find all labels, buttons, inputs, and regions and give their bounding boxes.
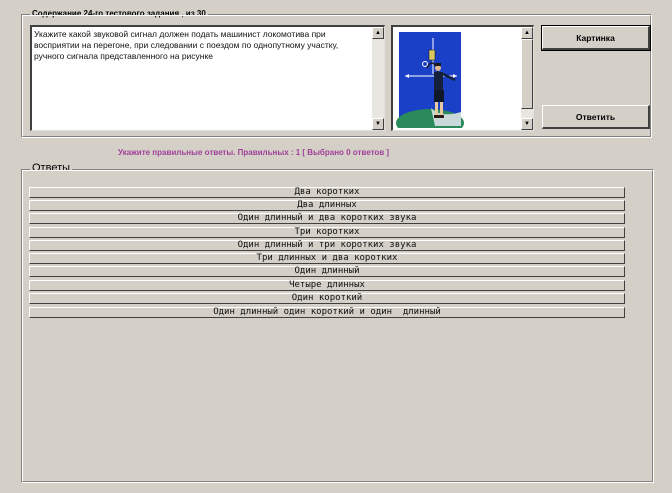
answer-button-label: Ответить (575, 111, 616, 122)
answer-option[interactable]: Один длинный и два коротких звука (29, 213, 625, 224)
answer-hint: Укажите правильные ответы. Правильных : … (118, 148, 390, 157)
picture-scroll-thumb[interactable] (521, 39, 533, 109)
picture-frame: ▲ ▼ (391, 25, 534, 131)
question-scrollbar[interactable]: ▲ ▼ (372, 27, 384, 130)
signalman-picture (396, 32, 464, 128)
scroll-down-icon[interactable]: ▼ (372, 118, 384, 130)
question-header: Содержание 24-го тестового задания , из … (30, 8, 208, 20)
question-textbox[interactable]: Укажите какой звуковой сигнал должен под… (30, 25, 385, 131)
scroll-up-icon[interactable]: ▲ (372, 27, 384, 39)
answer-option[interactable]: Четыре длинных (29, 280, 625, 291)
answers-title: Ответы (30, 162, 73, 174)
picture-scroll-down-icon[interactable]: ▼ (521, 118, 533, 130)
answer-option[interactable]: Три коротких (29, 227, 625, 238)
answer-option[interactable]: Два длинных (29, 200, 625, 211)
picture-scrollbar[interactable]: ▲ ▼ (521, 27, 533, 130)
picture-scroll-up-icon[interactable]: ▲ (521, 27, 533, 39)
answer-option[interactable]: Три длинных и два коротких (29, 253, 625, 264)
answer-option[interactable]: Один короткий (29, 293, 625, 304)
picture-button[interactable]: Картинка (541, 25, 651, 51)
answer-option[interactable]: Один длинный и три коротких звука (29, 240, 625, 251)
answer-option[interactable]: Два коротких (29, 187, 625, 198)
answer-button[interactable]: Ответить (542, 105, 650, 129)
answer-option[interactable]: Один длинный один короткий и один длинны… (29, 307, 625, 318)
picture-button-label: Картинка (576, 32, 615, 43)
question-text: Укажите какой звуковой сигнал должен под… (34, 29, 339, 61)
answer-option[interactable]: Один длинный (29, 266, 625, 277)
